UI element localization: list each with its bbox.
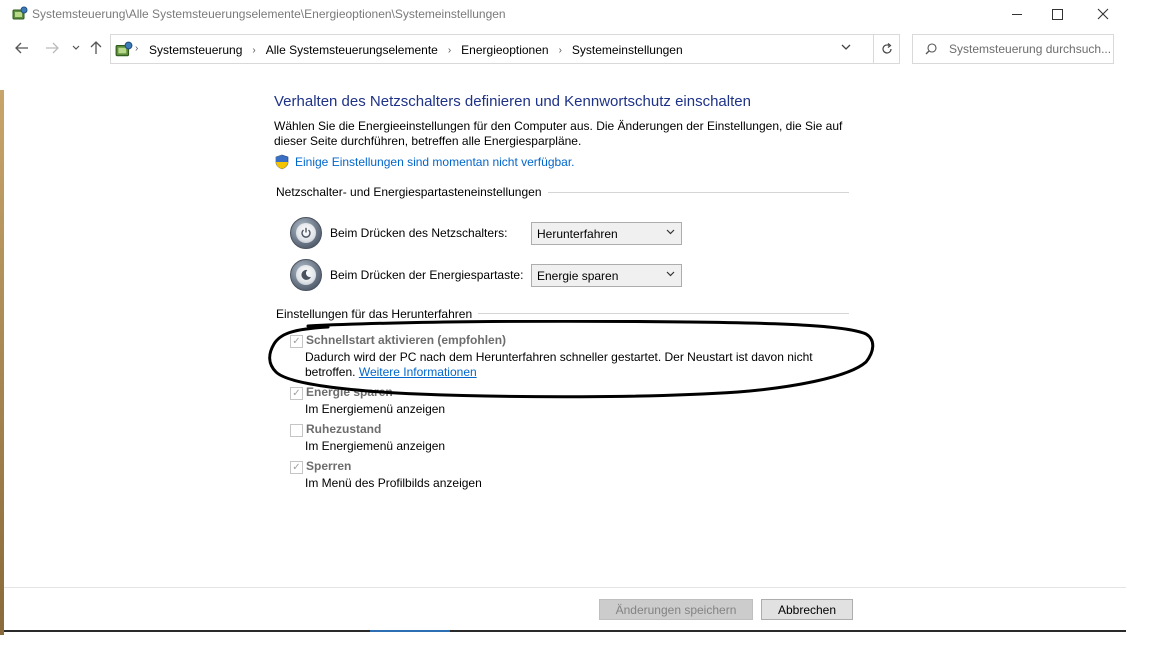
power-button-select-value: Herunterfahren: [537, 227, 618, 241]
hibernate-option-title: Ruhezustand: [306, 422, 382, 436]
main-content: Verhalten des Netzschalters definieren u…: [4, 66, 1126, 586]
breadcrumb-item[interactable]: Systemsteuerung: [149, 43, 242, 57]
hibernate-option-description: Im Energiemenü anzeigen: [305, 439, 446, 453]
breadcrumb-item[interactable]: Systemeinstellungen: [572, 43, 683, 57]
search-box[interactable]: [912, 34, 1114, 64]
lock-option-description: Im Menü des Profilbilds anzeigen: [305, 476, 482, 490]
sleep-button-icon: [290, 259, 322, 291]
close-icon: [1097, 8, 1109, 20]
unavailable-settings-row: Einige Einstellungen sind momentan nicht…: [274, 154, 575, 170]
breadcrumb: Systemsteuerung › Alle Systemsteuerungse…: [149, 43, 683, 57]
minimize-icon: [1012, 13, 1022, 15]
arrow-left-icon: [15, 42, 28, 54]
sleep-button-select[interactable]: Energie sparen: [531, 264, 682, 287]
sleep-button-label: Beim Drücken der Energiespartaste:: [330, 268, 524, 282]
footer-divider: [4, 587, 1126, 588]
control-panel-icon: [115, 41, 133, 57]
taskbar-highlight: [370, 630, 450, 632]
breadcrumb-item[interactable]: Energieoptionen: [461, 43, 548, 57]
up-button[interactable]: [86, 38, 106, 58]
breadcrumb-item[interactable]: Alle Systemsteuerungselemente: [266, 43, 438, 57]
chevron-down-icon: [841, 44, 851, 50]
lock-checkbox[interactable]: ✓: [290, 461, 303, 474]
chevron-right-icon[interactable]: ›: [559, 45, 562, 56]
chevron-right-icon[interactable]: ›: [448, 45, 451, 56]
power-button-label: Beim Drücken des Netzschalters:: [330, 226, 508, 240]
chevron-right-icon[interactable]: ›: [252, 45, 255, 56]
sleep-option-title: Energie sparen: [306, 385, 393, 399]
recent-locations-button[interactable]: [66, 38, 86, 58]
page-description: Wählen Sie die Energieeinstellungen für …: [274, 119, 843, 148]
power-button-icon: [290, 217, 322, 249]
arrow-up-icon: [90, 41, 102, 54]
search-input[interactable]: [949, 42, 1111, 56]
taskbar-edge: [4, 630, 1126, 632]
maximize-button[interactable]: [1034, 0, 1080, 28]
uac-shield-icon: [275, 154, 289, 170]
address-history-button[interactable]: [841, 43, 851, 54]
navigation-bar: › Systemsteuerung › Alle Systemsteuerung…: [4, 32, 1126, 66]
refresh-icon: [882, 43, 892, 54]
chevron-down-icon: [72, 45, 80, 50]
fast-startup-desc-text: betroffen.: [305, 365, 356, 379]
back-button[interactable]: [12, 38, 32, 58]
control-panel-icon: [12, 6, 28, 20]
fast-startup-title: Schnellstart aktivieren (empfohlen): [306, 333, 507, 347]
sleep-option-description: Im Energiemenü anzeigen: [305, 402, 446, 416]
address-bar[interactable]: › Systemsteuerung › Alle Systemsteuerung…: [110, 34, 900, 64]
power-button-select[interactable]: Herunterfahren: [531, 222, 682, 245]
arrow-right-icon: [46, 42, 59, 54]
hibernate-checkbox[interactable]: [290, 424, 303, 437]
page-title: Verhalten des Netzschalters definieren u…: [274, 93, 751, 110]
save-changes-button[interactable]: Änderungen speichern: [599, 599, 753, 620]
sleep-button-select-value: Energie sparen: [537, 269, 619, 283]
fast-startup-desc-line2: betroffen. Weitere Informationen: [305, 365, 813, 380]
chevron-down-icon: [666, 227, 675, 238]
forward-button[interactable]: [42, 38, 62, 58]
more-info-link[interactable]: Weitere Informationen: [359, 365, 477, 379]
fast-startup-checkbox[interactable]: ✓: [290, 335, 303, 348]
power-button-setting: Beim Drücken des Netzschalters: Herunter…: [290, 217, 710, 249]
sleep-checkbox[interactable]: ✓: [290, 387, 303, 400]
maximize-icon: [1051, 8, 1063, 20]
section-power-buttons-title: Netzschalter- und Energiespartasteneinst…: [276, 185, 548, 199]
section-shutdown-title: Einstellungen für das Herunterfahren: [276, 307, 479, 321]
search-icon: [925, 43, 937, 55]
fast-startup-description: Dadurch wird der PC nach dem Herunterfah…: [305, 350, 813, 380]
chevron-right-icon: ›: [135, 43, 139, 54]
title-bar[interactable]: Systemsteuerung\Alle Systemsteuerungsele…: [4, 0, 1126, 30]
close-button[interactable]: [1080, 0, 1126, 28]
refresh-button[interactable]: [873, 35, 900, 63]
chevron-down-icon: [666, 269, 675, 280]
lock-option-title: Sperren: [306, 459, 352, 473]
window-title: Systemsteuerung\Alle Systemsteuerungsele…: [32, 7, 506, 21]
fast-startup-desc-line: Dadurch wird der PC nach dem Herunterfah…: [305, 350, 813, 364]
unavailable-settings-link[interactable]: Einige Einstellungen sind momentan nicht…: [295, 155, 575, 169]
sleep-button-setting: Beim Drücken der Energiespartaste: Energ…: [290, 259, 710, 291]
cancel-button[interactable]: Abbrechen: [761, 599, 853, 620]
